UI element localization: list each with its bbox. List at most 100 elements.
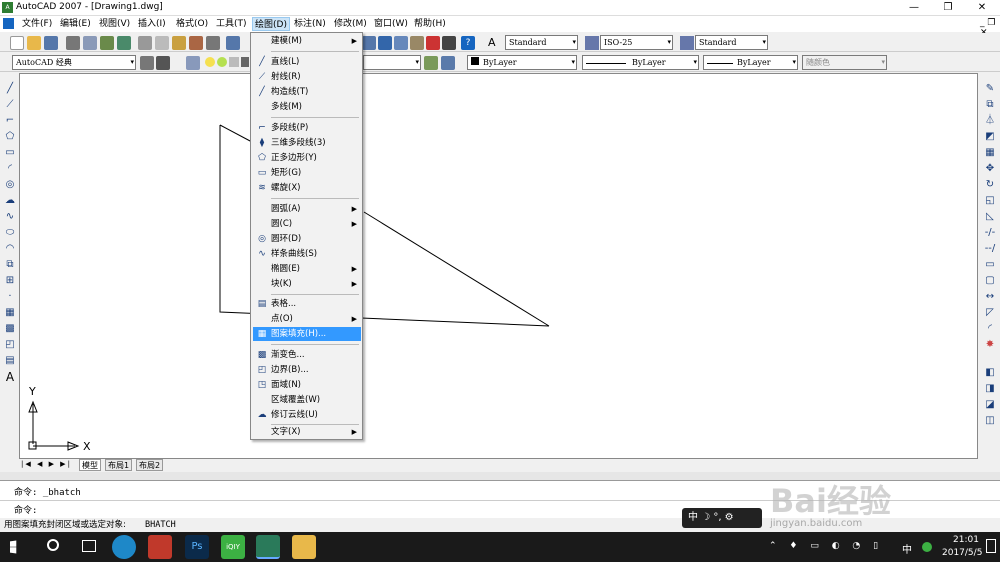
offset-icon[interactable]: ◩ <box>984 131 996 143</box>
trim-icon[interactable]: -/- <box>984 227 996 239</box>
3d-dwf-icon[interactable] <box>117 36 131 50</box>
arc-icon[interactable]: ◜ <box>4 163 16 175</box>
menu-item-wipeout[interactable]: 区域覆盖(W) <box>253 393 361 407</box>
blockedit-icon[interactable] <box>206 36 220 50</box>
quickcalc-icon[interactable] <box>426 36 440 50</box>
menu-item-rectangle[interactable]: ▭ 矩形(G) <box>253 166 361 180</box>
rotate-icon[interactable]: ↻ <box>984 179 996 191</box>
paint-app-icon[interactable] <box>148 535 172 559</box>
erase-icon[interactable]: ✎ <box>984 83 996 95</box>
linetype-select[interactable]: ByLayer ▾ <box>582 55 699 70</box>
lineweight-select[interactable]: ByLayer ▾ <box>703 55 798 70</box>
layer-select-tail[interactable]: ▾ <box>363 55 421 70</box>
menu-item-table[interactable]: ▤ 表格... <box>253 297 361 311</box>
menu-item-circle[interactable]: 圆(C) ▶ <box>253 217 361 231</box>
line-icon[interactable]: ╱ <box>4 83 16 95</box>
ime-toolbar[interactable]: 中 ☽ °, ⚙ <box>682 508 762 528</box>
draworder-above-icon[interactable]: ◪ <box>984 399 996 411</box>
xline-icon[interactable]: ⟋ <box>4 99 16 111</box>
tab-layout1[interactable]: 布局1 <box>105 459 133 471</box>
region-icon[interactable]: ◰ <box>4 339 16 351</box>
layer-lock-icon[interactable] <box>229 57 239 67</box>
menu-item-donut[interactable]: ◎ 圆环(D) <box>253 232 361 246</box>
menu-item-ray[interactable]: ⟋ 射线(R) <box>253 70 361 84</box>
workspace-save-icon[interactable] <box>156 56 170 70</box>
gradient-icon[interactable]: ▩ <box>4 323 16 335</box>
toolpalette-icon[interactable] <box>378 36 392 50</box>
tab-nav-arrows[interactable]: |◀ ◀ ▶ ▶| <box>21 460 72 468</box>
chamfer-icon[interactable]: ◸ <box>984 307 996 319</box>
file-explorer-icon[interactable] <box>292 535 316 559</box>
sheetset-icon[interactable] <box>394 36 408 50</box>
layer-color-icon[interactable] <box>241 57 249 67</box>
circle-icon[interactable]: ◎ <box>4 179 16 191</box>
draworder-back-icon[interactable]: ◨ <box>984 383 996 395</box>
ime-status-icon[interactable] <box>922 542 932 552</box>
clock-date[interactable]: 2017/5/5 <box>942 548 982 558</box>
table-icon[interactable]: ▤ <box>4 355 16 367</box>
polyline-icon[interactable]: ⌐ <box>4 115 16 127</box>
menu-format[interactable]: 格式(O) <box>174 17 210 31</box>
menu-view[interactable]: 视图(V) <box>97 17 132 31</box>
menu-edit[interactable]: 编辑(E) <box>58 17 93 31</box>
drawing-canvas[interactable]: Y X <box>19 73 978 459</box>
layer-manager-icon[interactable] <box>186 56 200 70</box>
windows-start-icon[interactable] <box>10 540 17 554</box>
workspace-settings-icon[interactable] <box>140 56 154 70</box>
photoshop-icon[interactable]: Ps <box>185 535 209 559</box>
minimize-button[interactable]: — <box>900 0 928 16</box>
revcloud-icon[interactable]: ☁ <box>4 195 16 207</box>
ellipse-arc-icon[interactable]: ◠ <box>4 243 16 255</box>
break-icon[interactable]: ▢ <box>984 275 996 287</box>
doc-icon[interactable] <box>3 18 14 29</box>
clock-time[interactable]: 21:01 <box>950 535 982 545</box>
task-view-icon[interactable] <box>82 540 96 552</box>
menu-item-boundary[interactable]: ◰ 边界(B)... <box>253 363 361 377</box>
search-icon[interactable] <box>47 539 59 551</box>
menu-item-gradient[interactable]: ▩ 渐变色... <box>253 348 361 362</box>
menu-item-block[interactable]: 块(K) ▶ <box>253 277 361 291</box>
tab-model[interactable]: 模型 <box>79 459 101 471</box>
layer-on-icon[interactable] <box>205 57 215 67</box>
plotstyle-select[interactable]: 随颜色 ▾ <box>802 55 887 70</box>
browser-icon[interactable] <box>112 535 136 559</box>
ellipse-icon[interactable]: ⬭ <box>4 227 16 239</box>
matchprop-icon[interactable] <box>189 36 203 50</box>
fillet-icon[interactable]: ◜ <box>984 323 996 335</box>
notification-icon[interactable] <box>986 539 996 553</box>
menu-item-region[interactable]: ◳ 面域(N) <box>253 378 361 392</box>
autocad-app-icon[interactable]: A <box>2 2 13 13</box>
layer-previous-icon[interactable] <box>441 56 455 70</box>
input-language-indicator[interactable]: 中 <box>902 541 912 556</box>
workspace-select[interactable]: AutoCAD 经典 ▾ <box>12 55 136 70</box>
menu-help[interactable]: 帮助(H) <box>412 17 448 31</box>
publish-icon[interactable] <box>100 36 114 50</box>
extend-icon[interactable]: --/ <box>984 243 996 255</box>
menu-item-revcloud[interactable]: ☁ 修订云线(U) <box>253 408 361 422</box>
menu-draw[interactable]: 绘图(D) <box>252 17 290 31</box>
preview-icon[interactable] <box>83 36 97 50</box>
hatch-icon[interactable]: ▦ <box>4 307 16 319</box>
scale-icon[interactable]: ◱ <box>984 195 996 207</box>
designcenter-icon[interactable] <box>362 36 376 50</box>
menu-item-line[interactable]: ╱ 直线(L) <box>253 55 361 69</box>
menu-item-hatch[interactable]: ▦ 图案填充(H)... <box>253 327 361 341</box>
spline-icon[interactable]: ∿ <box>4 211 16 223</box>
dim-style-select[interactable]: ISO-25 ▾ <box>600 35 673 50</box>
copy-icon[interactable] <box>155 36 169 50</box>
mtext-icon[interactable]: A <box>4 371 16 383</box>
cut-icon[interactable] <box>138 36 152 50</box>
command-prompt[interactable]: 命令: <box>14 503 37 516</box>
open-icon[interactable] <box>27 36 41 50</box>
explode-icon[interactable]: ✸ <box>984 339 996 351</box>
copy-object-icon[interactable]: ⧉ <box>984 99 996 111</box>
array-icon[interactable]: ▦ <box>984 147 996 159</box>
menu-item-point[interactable]: 点(O) ▶ <box>253 312 361 326</box>
menu-item-spline[interactable]: ∿ 样条曲线(S) <box>253 247 361 261</box>
menu-dimension[interactable]: 标注(N) <box>292 17 328 31</box>
make-object-layer-current-icon[interactable] <box>424 56 438 70</box>
draworder-below-icon[interactable]: ◫ <box>984 415 996 427</box>
menu-tools[interactable]: 工具(T) <box>214 17 249 31</box>
new-icon[interactable] <box>10 36 24 50</box>
mirror-icon[interactable]: ⏃ <box>984 115 996 127</box>
